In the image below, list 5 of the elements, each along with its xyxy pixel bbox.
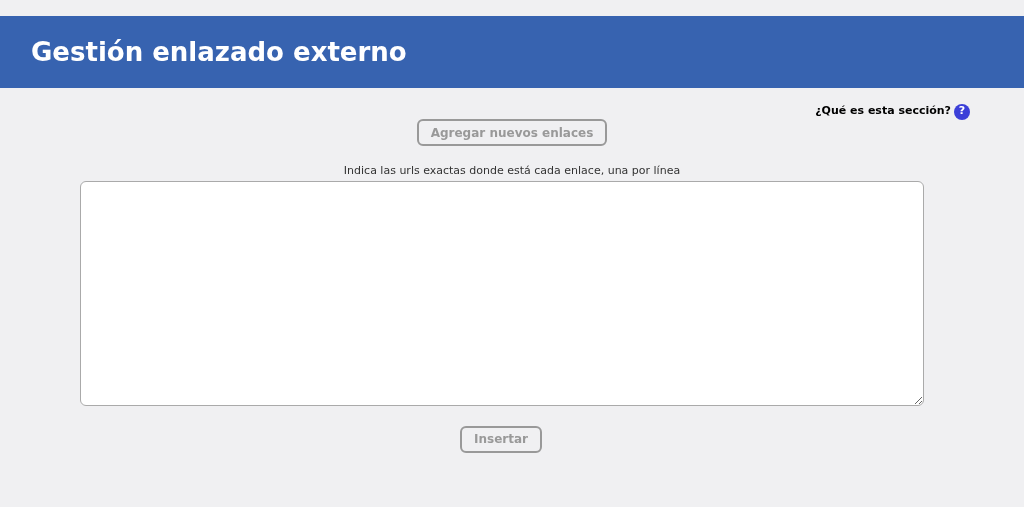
urls-field-label: Indica las urls exactas donde está cada enlace, una por línea	[343, 163, 681, 179]
help-link[interactable]: ¿Qué es esta sección?	[815, 103, 951, 120]
help-icon[interactable]: ?	[954, 103, 970, 120]
page-title: Gestión enlazado externo	[31, 35, 407, 69]
urls-field[interactable]	[80, 180, 924, 406]
